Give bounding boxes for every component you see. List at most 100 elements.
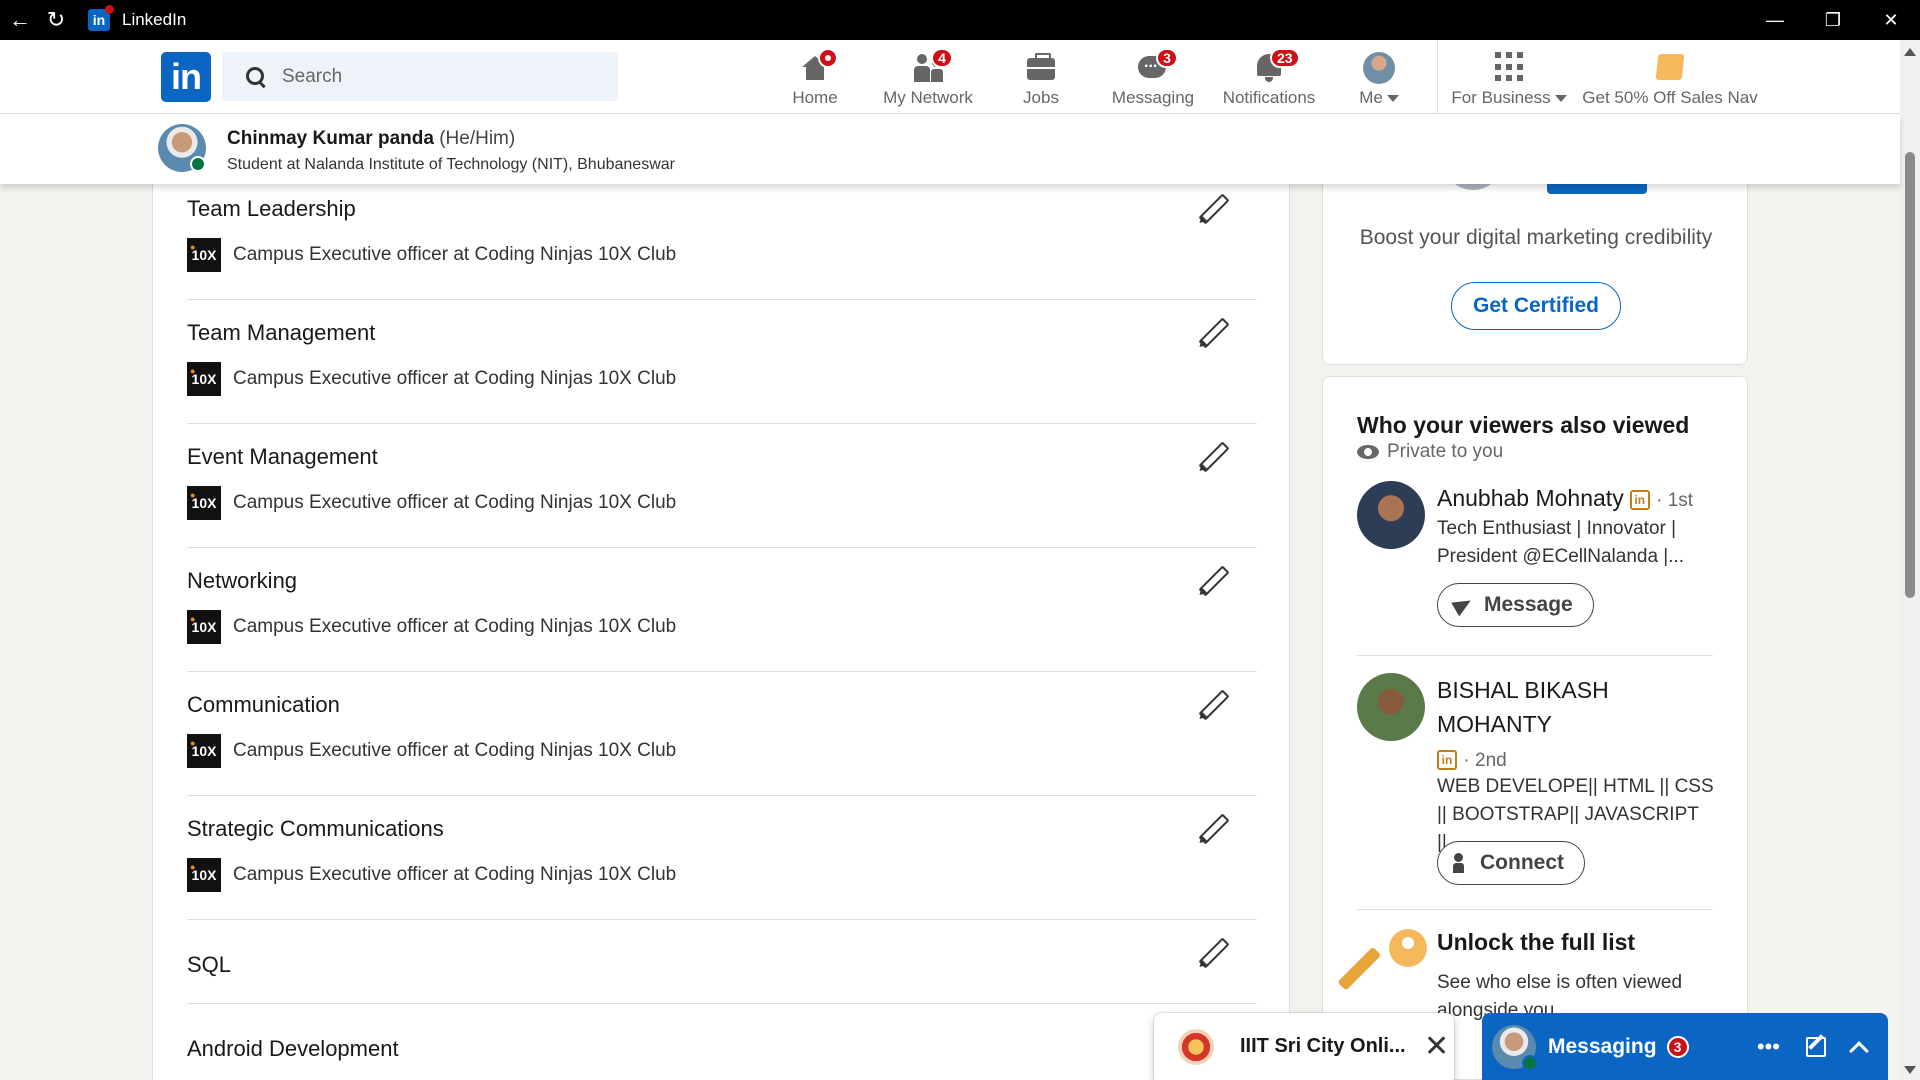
search-box[interactable] [222,52,618,101]
skill-item: Networking ● 10X Campus Executive officer … [187,548,1257,672]
premium-badge-icon: in [1629,489,1650,510]
org-logo [1178,1028,1214,1065]
edit-skill-button[interactable] [1197,318,1227,348]
window-titlebar: ← ↻ in LinkedIn — ❐ ✕ [0,0,1920,40]
linkedin-logo[interactable]: in [161,52,211,102]
divider [1357,655,1713,656]
pencil-icon [1197,318,1227,348]
nav-jobs-label: Jobs [1023,88,1059,107]
profile-name-line: Chinmay Kumar panda (He/Him) [227,128,515,150]
edit-skill-button[interactable] [1197,938,1227,968]
page-scrollbar[interactable] [1900,40,1920,1080]
scroll-up-arrow-icon[interactable] [1904,48,1916,56]
suggested-profile[interactable]: BISHAL BIKASH MOHANTY in · 2nd WEB DEVEL… [1357,673,1714,885]
skill-item: SQL [187,920,1257,1004]
nav-sales-nav[interactable]: Get 50% Off Sales Nav [1580,46,1760,108]
suggested-profile[interactable]: Anubhab Mohnaty in · 1st Tech Enthusiast … [1357,481,1713,631]
viewers-also-viewed-card: Who your viewers also viewed Private to … [1322,376,1748,1080]
profile-name: Chinmay Kumar panda [227,128,434,149]
nav-messaging[interactable]: 3 Messaging [1108,46,1198,108]
reload-button[interactable]: ↻ [38,0,74,40]
nav-for-business[interactable]: For Business [1446,46,1572,108]
briefcase-icon [1027,53,1055,80]
profile-name-line[interactable]: Anubhab Mohnaty in · 1st [1437,481,1693,518]
skill-name: Event Management [187,444,378,469]
chevron-down-icon [1386,95,1399,103]
skill-item: Team Management ● 10X Campus Executive off… [187,300,1257,424]
compose-icon[interactable] [1806,1036,1826,1057]
edit-skill-button[interactable] [1197,814,1227,844]
profile-pronouns: (He/Him) [439,128,516,149]
minimize-button[interactable]: — [1746,0,1804,40]
pencil-icon [1197,690,1227,720]
pencil-icon [1197,442,1227,472]
profile-name[interactable]: BISHAL BIKASH MOHANTY [1437,673,1707,741]
nav-notifications[interactable]: 23 Notifications [1214,46,1324,108]
messaging-overlay[interactable]: Messaging 3 ••• [1482,1013,1888,1080]
search-icon [244,65,268,89]
messaging-label[interactable]: Messaging [1548,1035,1657,1059]
skill-name: Team Management [187,320,376,345]
pencil-icon [1197,566,1227,596]
skill-name: SQL [187,952,232,977]
back-button[interactable]: ← [2,0,38,40]
nav-for-business-label: For Business [1451,88,1551,107]
more-options-icon[interactable]: ••• [1757,1034,1780,1060]
connect-button[interactable]: Connect [1437,841,1585,885]
skill-experience: ● 10X Campus Executive officer at Coding N… [187,362,676,396]
avatar [1363,52,1395,84]
coding-ninjas-logo: ● 10X [187,362,221,396]
coding-ninjas-logo: ● 10X [187,486,221,520]
coding-ninjas-logo: ● 10X [187,610,221,644]
messaging-unread-badge: 3 [1666,1035,1689,1058]
viewers-title: Who your viewers also viewed [1357,412,1690,438]
avatar [1492,1024,1538,1071]
close-window-button[interactable]: ✕ [1862,0,1920,40]
skill-name: Networking [187,568,298,593]
unlock-title: Unlock the full list [1437,929,1636,955]
scroll-down-arrow-icon[interactable] [1904,1066,1916,1074]
nav-divider [1437,40,1438,114]
ad-card: Boost your digital marketing credibility… [1322,160,1748,365]
profile-headline: Student at Nalanda Institute of Technolo… [227,156,675,173]
profile-photo[interactable] [1357,673,1425,741]
coding-ninjas-logo: ● 10X [187,238,221,272]
coding-ninjas-logo: ● 10X [187,858,221,892]
message-button[interactable]: Message [1437,583,1594,627]
key-icon [1337,929,1427,999]
chevron-up-icon[interactable] [1849,1040,1869,1061]
close-icon[interactable]: ✕ [1424,1029,1449,1064]
viewers-subtitle: Private to you [1357,441,1503,463]
skill-experience: ● 10X Campus Executive officer at Coding N… [187,238,676,272]
edit-skill-button[interactable] [1197,566,1227,596]
profile-headline: Tech Enthusiast | Innovator | President … [1437,518,1685,567]
skill-name: Team Leadership [187,196,356,221]
edit-skill-button[interactable] [1197,442,1227,472]
skill-experience: ● 10X Campus Executive officer at Coding N… [187,858,676,892]
messaging-badge: 3 [1156,48,1178,68]
nav-messaging-label: Messaging [1111,88,1195,107]
nav-home-label: Home [792,88,838,107]
skill-experience: ● 10X Campus Executive officer at Coding N… [187,734,676,768]
sales-nav-icon [1655,54,1685,80]
nav-my-network[interactable]: 4 My Network [878,46,978,108]
pencil-icon [1197,194,1227,224]
profile-photo[interactable] [1357,481,1425,549]
scrollbar-thumb[interactable] [1905,152,1915,598]
ad-text: Boost your digital marketing credibility [1359,226,1713,249]
restore-button[interactable]: ❐ [1804,0,1862,40]
edit-skill-button[interactable] [1197,194,1227,224]
get-certified-button[interactable]: Get Certified [1451,282,1621,330]
profile-avatar [158,124,206,172]
skill-item: Strategic Communications ● 10X Campus Exec… [187,796,1257,920]
chat-tab[interactable]: IIIT Sri City Onli... ✕ [1154,1013,1454,1080]
search-input[interactable] [282,65,582,88]
nav-me[interactable]: Me [1350,46,1408,108]
edit-skill-button[interactable] [1197,690,1227,720]
skill-experience: ● 10X Campus Executive officer at Coding N… [187,486,676,520]
nav-home[interactable]: Home [780,46,850,108]
nav-jobs[interactable]: Jobs [1006,46,1076,108]
apps-grid-icon [1494,52,1524,82]
skill-item: Communication ● 10X Campus Executive offic… [187,672,1257,796]
chat-tab-title[interactable]: IIIT Sri City Onli... [1240,1035,1410,1058]
